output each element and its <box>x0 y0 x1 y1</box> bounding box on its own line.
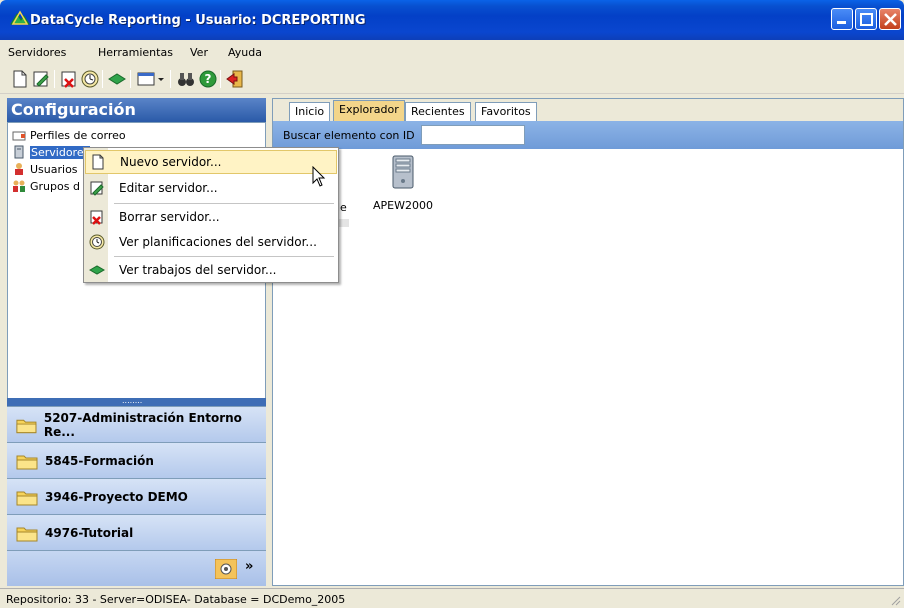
toolbar-separator <box>102 70 103 88</box>
nav-group-label: 5207-Administración Entorno Re... <box>43 410 242 439</box>
menu-item-label: Nuevo servidor... <box>120 155 222 169</box>
menu-item-label: Ver trabajos del servidor... <box>119 263 277 277</box>
green-arrow-icon <box>89 265 105 275</box>
green-arrow-icon[interactable] <box>107 69 127 89</box>
toolbar-separator <box>220 70 221 88</box>
nav-footer: » <box>7 550 266 586</box>
mail-profile-icon <box>12 131 26 141</box>
menu-item-label: Ver planificaciones del servidor... <box>119 235 317 249</box>
tree-item-perfiles-correo[interactable]: Perfiles de correo <box>12 127 126 143</box>
close-button[interactable] <box>879 8 901 30</box>
tree-item-label: Perfiles de correo <box>30 128 126 142</box>
menu-herramientas[interactable]: Herramientas <box>98 46 173 59</box>
menu-item-nuevo-servidor[interactable]: Nuevo servidor... <box>85 150 337 174</box>
nav-group-3946[interactable]: 3946-Proyecto DEMO <box>7 478 266 514</box>
minimize-button[interactable] <box>831 8 853 30</box>
users-icon <box>15 163 23 175</box>
tree-item-label: Servidores <box>30 145 91 159</box>
title-bar: DataCycle Reporting - Usuario: DCREPORTI… <box>0 0 904 40</box>
tree-item-label: Grupos d <box>30 179 80 193</box>
menu-separator <box>114 256 334 257</box>
menu-bar: Servidores Herramientas Ver Ayuda <box>0 40 904 64</box>
chevron-down-icon[interactable] <box>156 69 166 89</box>
tree-item-usuarios[interactable]: Usuarios <box>12 161 78 177</box>
explorer-pane: Inicio Explorador Recientes Favoritos Bu… <box>272 98 904 586</box>
panel-header-configuracion: Configuración <box>7 98 266 122</box>
folder-group-icon <box>16 527 38 541</box>
tree-item-grupos[interactable]: Grupos d <box>12 178 80 194</box>
configuration-gear-icon[interactable] <box>215 559 237 579</box>
menu-separator <box>114 203 334 204</box>
window-title: DataCycle Reporting - Usuario: DCREPORTI… <box>30 13 366 28</box>
menu-ver[interactable]: Ver <box>190 46 208 59</box>
mouse-cursor-icon <box>312 166 326 187</box>
tab-favoritos[interactable]: Favoritos <box>475 102 537 121</box>
clock-icon[interactable] <box>80 69 100 89</box>
server-icon <box>392 155 414 189</box>
toolbar-separator <box>170 70 171 88</box>
nav-group-5207[interactable]: 5207-Administración Entorno Re... <box>7 406 266 442</box>
menu-item-borrar-servidor[interactable]: Borrar servidor... <box>85 205 337 229</box>
new-document-icon[interactable] <box>10 69 30 89</box>
server-icon <box>14 145 24 159</box>
tab-explorador[interactable]: Explorador <box>333 100 405 121</box>
window-icon[interactable] <box>136 69 156 89</box>
help-icon[interactable]: ? <box>198 69 218 89</box>
resize-grip-icon[interactable] <box>890 595 902 607</box>
clock-icon <box>89 234 105 250</box>
delete-icon[interactable] <box>59 69 79 89</box>
menu-item-ver-trabajos[interactable]: Ver trabajos del servidor... <box>85 258 337 282</box>
search-label: Buscar elemento con ID <box>283 129 415 142</box>
edit-icon <box>90 181 104 196</box>
toolbar-separator <box>130 70 131 88</box>
folder-group-icon <box>16 491 38 505</box>
folder-group-icon <box>16 419 37 433</box>
groups-icon <box>13 180 25 192</box>
toolbar: ? <box>0 64 904 94</box>
toolbar-separator <box>54 70 55 88</box>
nav-group-label: 5845-Formación <box>45 453 154 468</box>
menu-item-ver-planificaciones[interactable]: Ver planificaciones del servidor... <box>85 230 337 254</box>
nav-group-4976[interactable]: 4976-Tutorial <box>7 514 266 550</box>
maximize-icon <box>860 13 873 26</box>
minimize-icon <box>837 21 846 24</box>
nav-group-5845[interactable]: 5845-Formación <box>7 442 266 478</box>
context-menu: Nuevo servidor... Editar servidor... Bor… <box>83 147 339 283</box>
splitter-grip: ........ <box>122 396 143 405</box>
status-bar: Repositorio: 33 - Server=ODISEA- Databas… <box>0 588 904 608</box>
folder-group-icon <box>16 455 38 469</box>
maximize-button[interactable] <box>855 8 877 30</box>
delete-icon <box>90 210 103 225</box>
server-item-apew2000[interactable]: APEW2000 <box>363 154 443 214</box>
nav-group-label: 3946-Proyecto DEMO <box>45 489 188 504</box>
search-id-input[interactable] <box>421 125 525 145</box>
menu-ayuda[interactable]: Ayuda <box>228 46 262 59</box>
tab-strip: Inicio Explorador Recientes Favoritos <box>273 99 903 121</box>
menu-item-label: Editar servidor... <box>119 181 218 195</box>
tab-recientes[interactable]: Recientes <box>405 102 471 121</box>
tab-inicio[interactable]: Inicio <box>289 102 331 121</box>
new-document-icon <box>92 154 104 170</box>
server-item-label: APEW2000 <box>373 199 433 212</box>
chevron-expand-icon[interactable]: » <box>245 559 253 574</box>
status-text: Repositorio: 33 - Server=ODISEA- Databas… <box>6 593 346 606</box>
panel-splitter[interactable]: ........ <box>7 396 266 406</box>
search-bar: Buscar elemento con ID <box>273 121 903 149</box>
menu-item-label: Borrar servidor... <box>119 210 220 224</box>
app-logo-icon <box>10 10 30 25</box>
binoculars-icon[interactable] <box>176 69 196 89</box>
nav-group-label: 4976-Tutorial <box>45 525 134 540</box>
tree-item-label: Usuarios <box>30 162 78 176</box>
close-icon <box>884 13 897 26</box>
menu-servidores[interactable]: Servidores <box>8 46 66 59</box>
menu-item-editar-servidor[interactable]: Editar servidor... <box>85 176 337 200</box>
svg-text:?: ? <box>205 72 212 86</box>
edit-icon[interactable] <box>31 69 51 89</box>
exit-icon[interactable] <box>225 69 245 89</box>
tree-item-servidores[interactable]: Servidores <box>12 144 91 160</box>
